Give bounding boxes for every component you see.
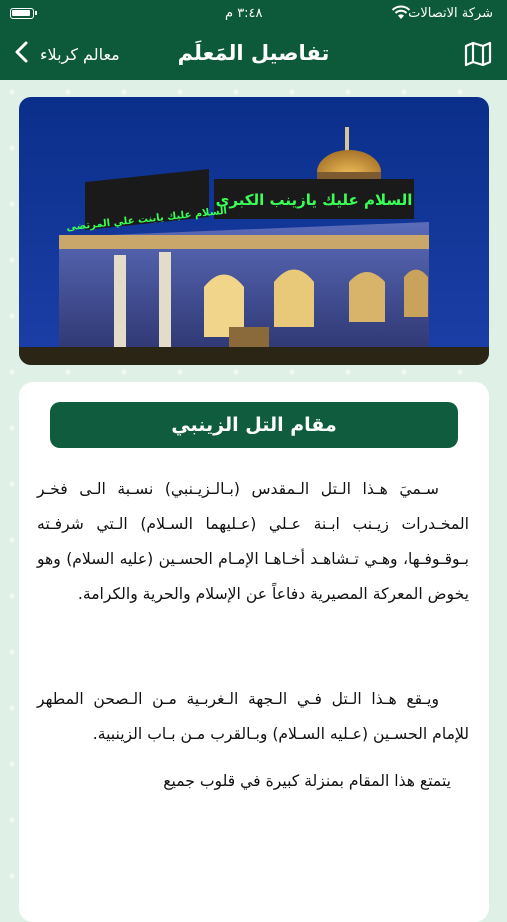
navigation-bar: معالم كربلاء تفاصيل المَعلَم	[0, 28, 507, 80]
description-paragraph-3: يتمتع هذا المقام بمنزلة كبيرة في قلوب جم…	[163, 772, 451, 790]
description-paragraph-2: ويـقع هـذا الـتل فـي الـجهة الـغربـية مـ…	[37, 690, 469, 743]
landmark-card: مقام التل الزينبي سـميَ هـذا الـتل الـمق…	[19, 382, 489, 922]
landmark-photo: السلام عليك يازينب الكبرى السلام عليك يا…	[19, 97, 489, 365]
page-title: تفاصيل المَعلَم	[177, 41, 330, 65]
battery-icon	[10, 8, 37, 19]
status-bar: ٣:٤٨ م شركة الاتصالات	[0, 0, 507, 28]
status-time: ٣:٤٨ م	[225, 6, 263, 21]
sign-main-text: السلام عليك يازينب الكبرى	[216, 191, 413, 209]
landmark-description: سـميَ هـذا الـتل الـمقدس (بـالـزيـنبي) ن…	[37, 472, 469, 799]
description-paragraph-1: سـميَ هـذا الـتل الـمقدس (بـالـزيـنبي) ن…	[37, 480, 469, 603]
landmark-title: مقام التل الزينبي	[50, 402, 458, 448]
map-icon[interactable]	[463, 39, 493, 69]
carrier-name: شركة الاتصالات	[408, 6, 493, 21]
